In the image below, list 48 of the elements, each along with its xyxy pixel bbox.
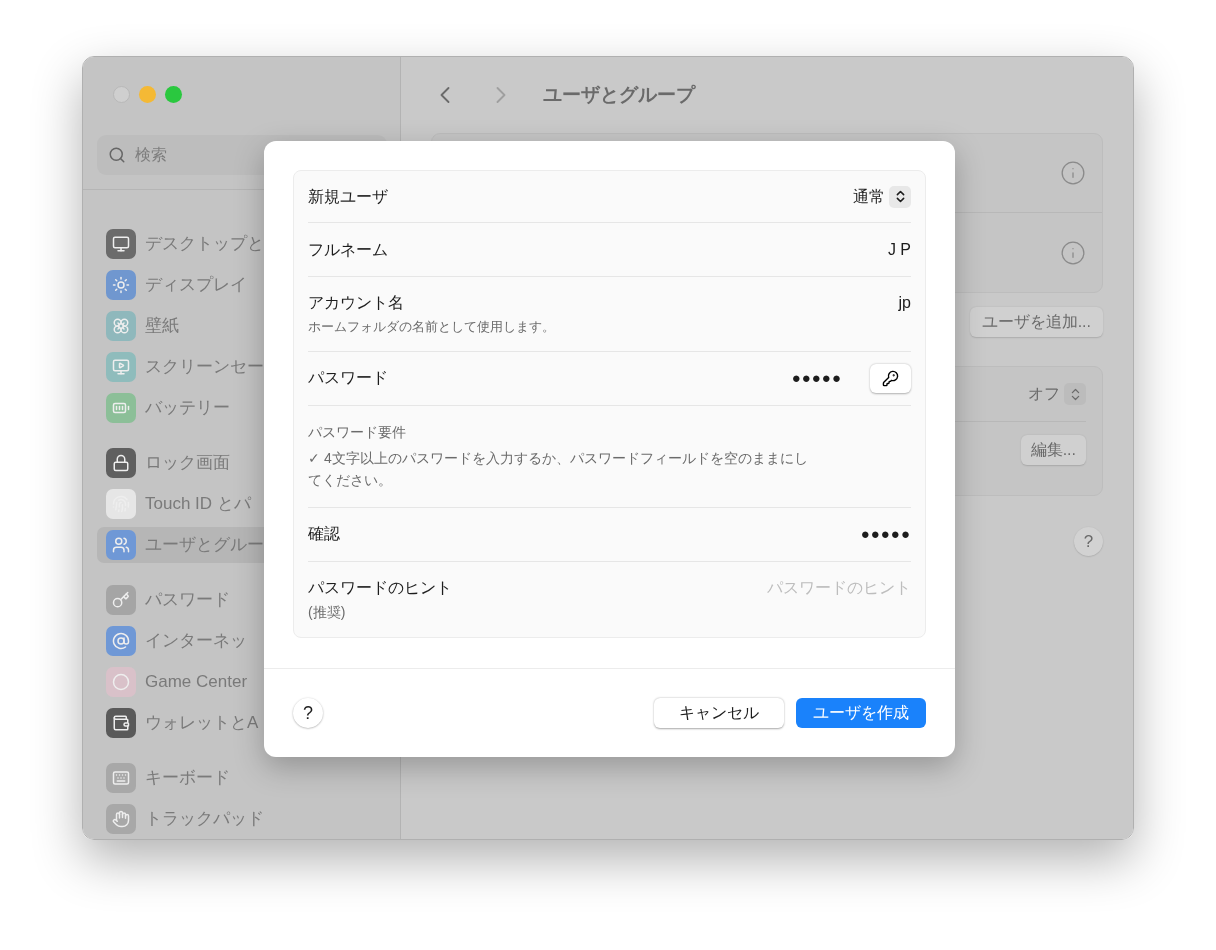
- window-title: ユーザとグループ: [543, 82, 695, 107]
- field-label: 新規ユーザ: [308, 186, 388, 207]
- help-button[interactable]: ?: [1074, 527, 1103, 556]
- wallet-icon: [106, 708, 136, 738]
- minimize-window-icon[interactable]: [139, 86, 156, 103]
- battery-icon: [106, 393, 136, 423]
- sun-icon: [106, 270, 136, 300]
- key-icon: [106, 585, 136, 615]
- field-note: (推奨): [308, 602, 347, 622]
- keyboard-icon: [106, 763, 136, 793]
- search-icon: [108, 146, 126, 164]
- field-note: ホームフォルダの名前として使用します。: [308, 318, 555, 336]
- edit-button[interactable]: 編集...: [1020, 434, 1086, 465]
- sidebar-item[interactable]: インターネッ: [97, 623, 386, 659]
- password-assistant-button[interactable]: [870, 363, 911, 393]
- auto-login-select[interactable]: オフ: [1028, 382, 1086, 406]
- flower-icon: [106, 311, 136, 341]
- text-field[interactable]: jp: [898, 291, 911, 337]
- hint-field[interactable]: パスワードのヒント: [711, 575, 911, 600]
- account-type-select[interactable]: 通常: [853, 184, 911, 209]
- stepper-icon: [1064, 383, 1086, 405]
- key-icon: [882, 369, 899, 387]
- info-icon: [1060, 160, 1086, 186]
- help-button[interactable]: ?: [293, 698, 323, 728]
- zoom-window-icon[interactable]: [165, 86, 182, 103]
- at-sign-icon: [106, 626, 136, 656]
- field-label: 確認: [308, 524, 340, 544]
- sidebar-item[interactable]: Game Center: [97, 664, 386, 700]
- create-user-button[interactable]: ユーザを作成: [796, 698, 926, 728]
- password-field[interactable]: ●●●●●: [791, 366, 842, 390]
- fingerprint-icon: [106, 489, 136, 519]
- sidebar-item[interactable]: キーボード: [97, 760, 386, 796]
- lock-icon: [106, 448, 136, 478]
- cancel-button[interactable]: キャンセル: [654, 698, 784, 728]
- users-icon: [106, 530, 136, 560]
- text-field[interactable]: J P: [887, 237, 911, 262]
- screen-icon: [106, 352, 136, 382]
- add-user-button[interactable]: ユーザを追加...: [969, 307, 1103, 337]
- sidebar-item[interactable]: トラックパッド: [97, 801, 386, 837]
- stepper-icon: [889, 185, 911, 208]
- field-label: フルネーム: [308, 239, 388, 260]
- field-label: アカウント名: [308, 293, 405, 313]
- trackpad-icon: [106, 804, 136, 834]
- monitor-icon: [106, 229, 136, 259]
- info-icon: [1060, 239, 1086, 266]
- field-label: パスワード: [308, 368, 388, 388]
- password-field[interactable]: ●●●●●: [860, 522, 911, 546]
- field-label: パスワードのヒント: [308, 577, 452, 598]
